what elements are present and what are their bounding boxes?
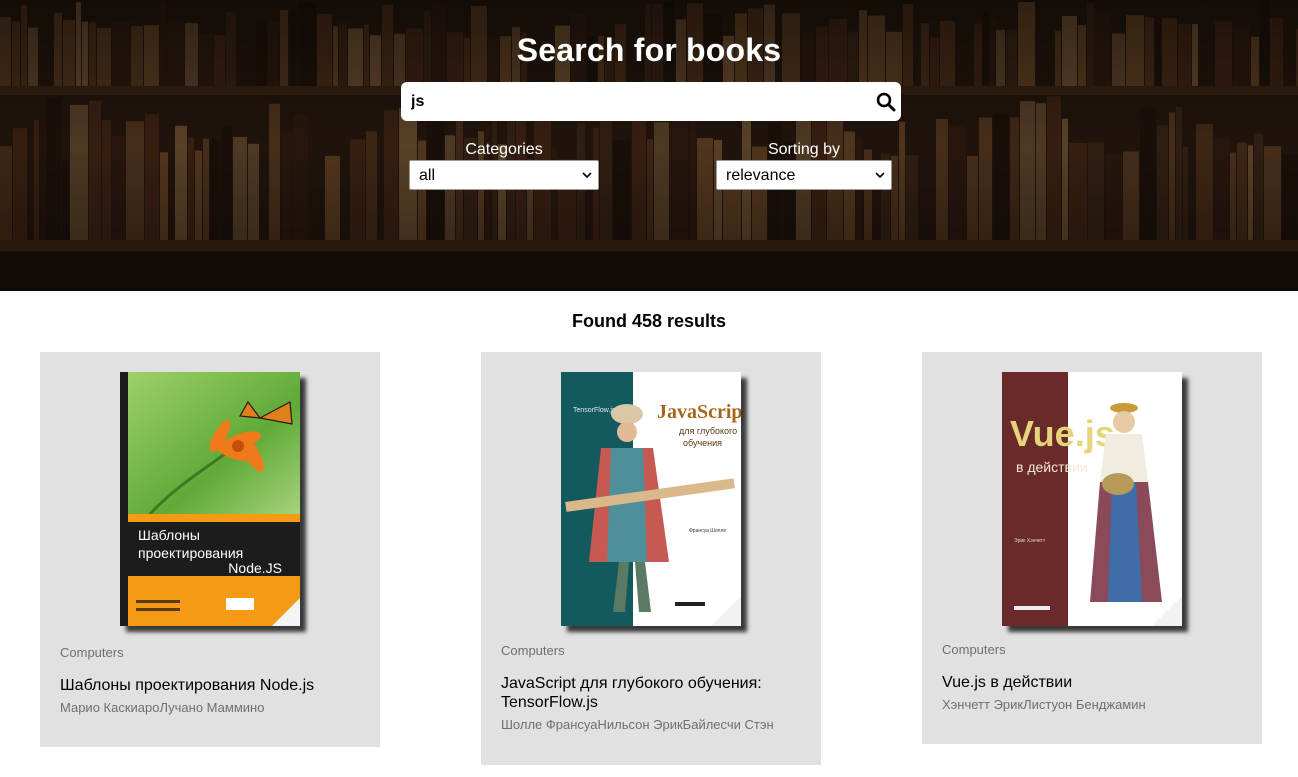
- cover-title-line: в действии: [1016, 459, 1088, 475]
- cover-title-line: Шаблоны: [138, 527, 200, 543]
- page-title: Search for books: [516, 32, 782, 68]
- sorting-selected-value: relevance: [726, 167, 796, 184]
- search-input[interactable]: [401, 82, 861, 121]
- book-cover-image: Шаблоны проектирования Node.JS: [120, 372, 300, 626]
- book-card[interactable]: TensorFlow.js JavaScript для глубокого о…: [481, 352, 821, 765]
- book-authors: Шолле ФрансуаНильсон ЭрикБайлесчи Стэн: [501, 717, 774, 732]
- book-title[interactable]: JavaScript для глубокого обучения: Tenso…: [501, 674, 801, 712]
- results-count: Found 458 results: [571, 311, 727, 331]
- book-title[interactable]: Шаблоны проектирования Node.js: [60, 676, 360, 695]
- categories-select[interactable]: all: [409, 160, 599, 190]
- book-card[interactable]: Vue.js в действии Эрик Хэнчетт Computers…: [922, 352, 1262, 744]
- cover-title-line: проектирования: [138, 545, 243, 561]
- search-icon[interactable]: [875, 91, 897, 113]
- svg-text:Франсуа Шолле: Франсуа Шолле: [689, 528, 726, 534]
- svg-text:Эрик Хэнчетт: Эрик Хэнчетт: [1014, 538, 1046, 544]
- cover-title-line: обучения: [683, 438, 722, 448]
- cover-title-line: JavaScript: [657, 401, 741, 423]
- book-authors: Марио КаскиароЛучано Маммино: [60, 700, 265, 715]
- book-cover-image: TensorFlow.js JavaScript для глубокого о…: [561, 372, 741, 626]
- book-category: Computers: [60, 645, 124, 660]
- book-card[interactable]: Шаблоны проектирования Node.JS Computers…: [40, 352, 380, 747]
- book-cover[interactable]: Шаблоны проектирования Node.JS: [120, 372, 300, 626]
- chevron-down-icon: [875, 172, 885, 179]
- book-cover[interactable]: TensorFlow.js JavaScript для глубокого о…: [561, 372, 741, 626]
- cover-title-line: Vue.js: [1010, 413, 1115, 454]
- search-bar: [401, 82, 901, 121]
- cover-title-line: для глубокого: [679, 426, 737, 436]
- categories-label: Categories: [465, 141, 543, 158]
- categories-selected-value: all: [419, 167, 436, 184]
- book-title[interactable]: Vue.js в действии: [942, 673, 1242, 692]
- chevron-down-icon: [582, 172, 592, 179]
- book-authors: Хэнчетт ЭрикЛистуон Бенджамин: [942, 697, 1146, 712]
- cover-title-line: Node.JS: [228, 560, 282, 576]
- svg-text:TensorFlow.js: TensorFlow.js: [573, 407, 616, 414]
- book-category: Computers: [501, 643, 565, 658]
- sorting-label: Sorting by: [767, 141, 841, 158]
- book-cover-image: Vue.js в действии Эрик Хэнчетт: [1002, 372, 1182, 626]
- sorting-select[interactable]: relevance: [716, 160, 892, 190]
- book-cover[interactable]: Vue.js в действии Эрик Хэнчетт: [1002, 372, 1182, 626]
- hero-banner: Search for books Categories all Sorting …: [0, 0, 1298, 291]
- book-category: Computers: [942, 642, 1006, 657]
